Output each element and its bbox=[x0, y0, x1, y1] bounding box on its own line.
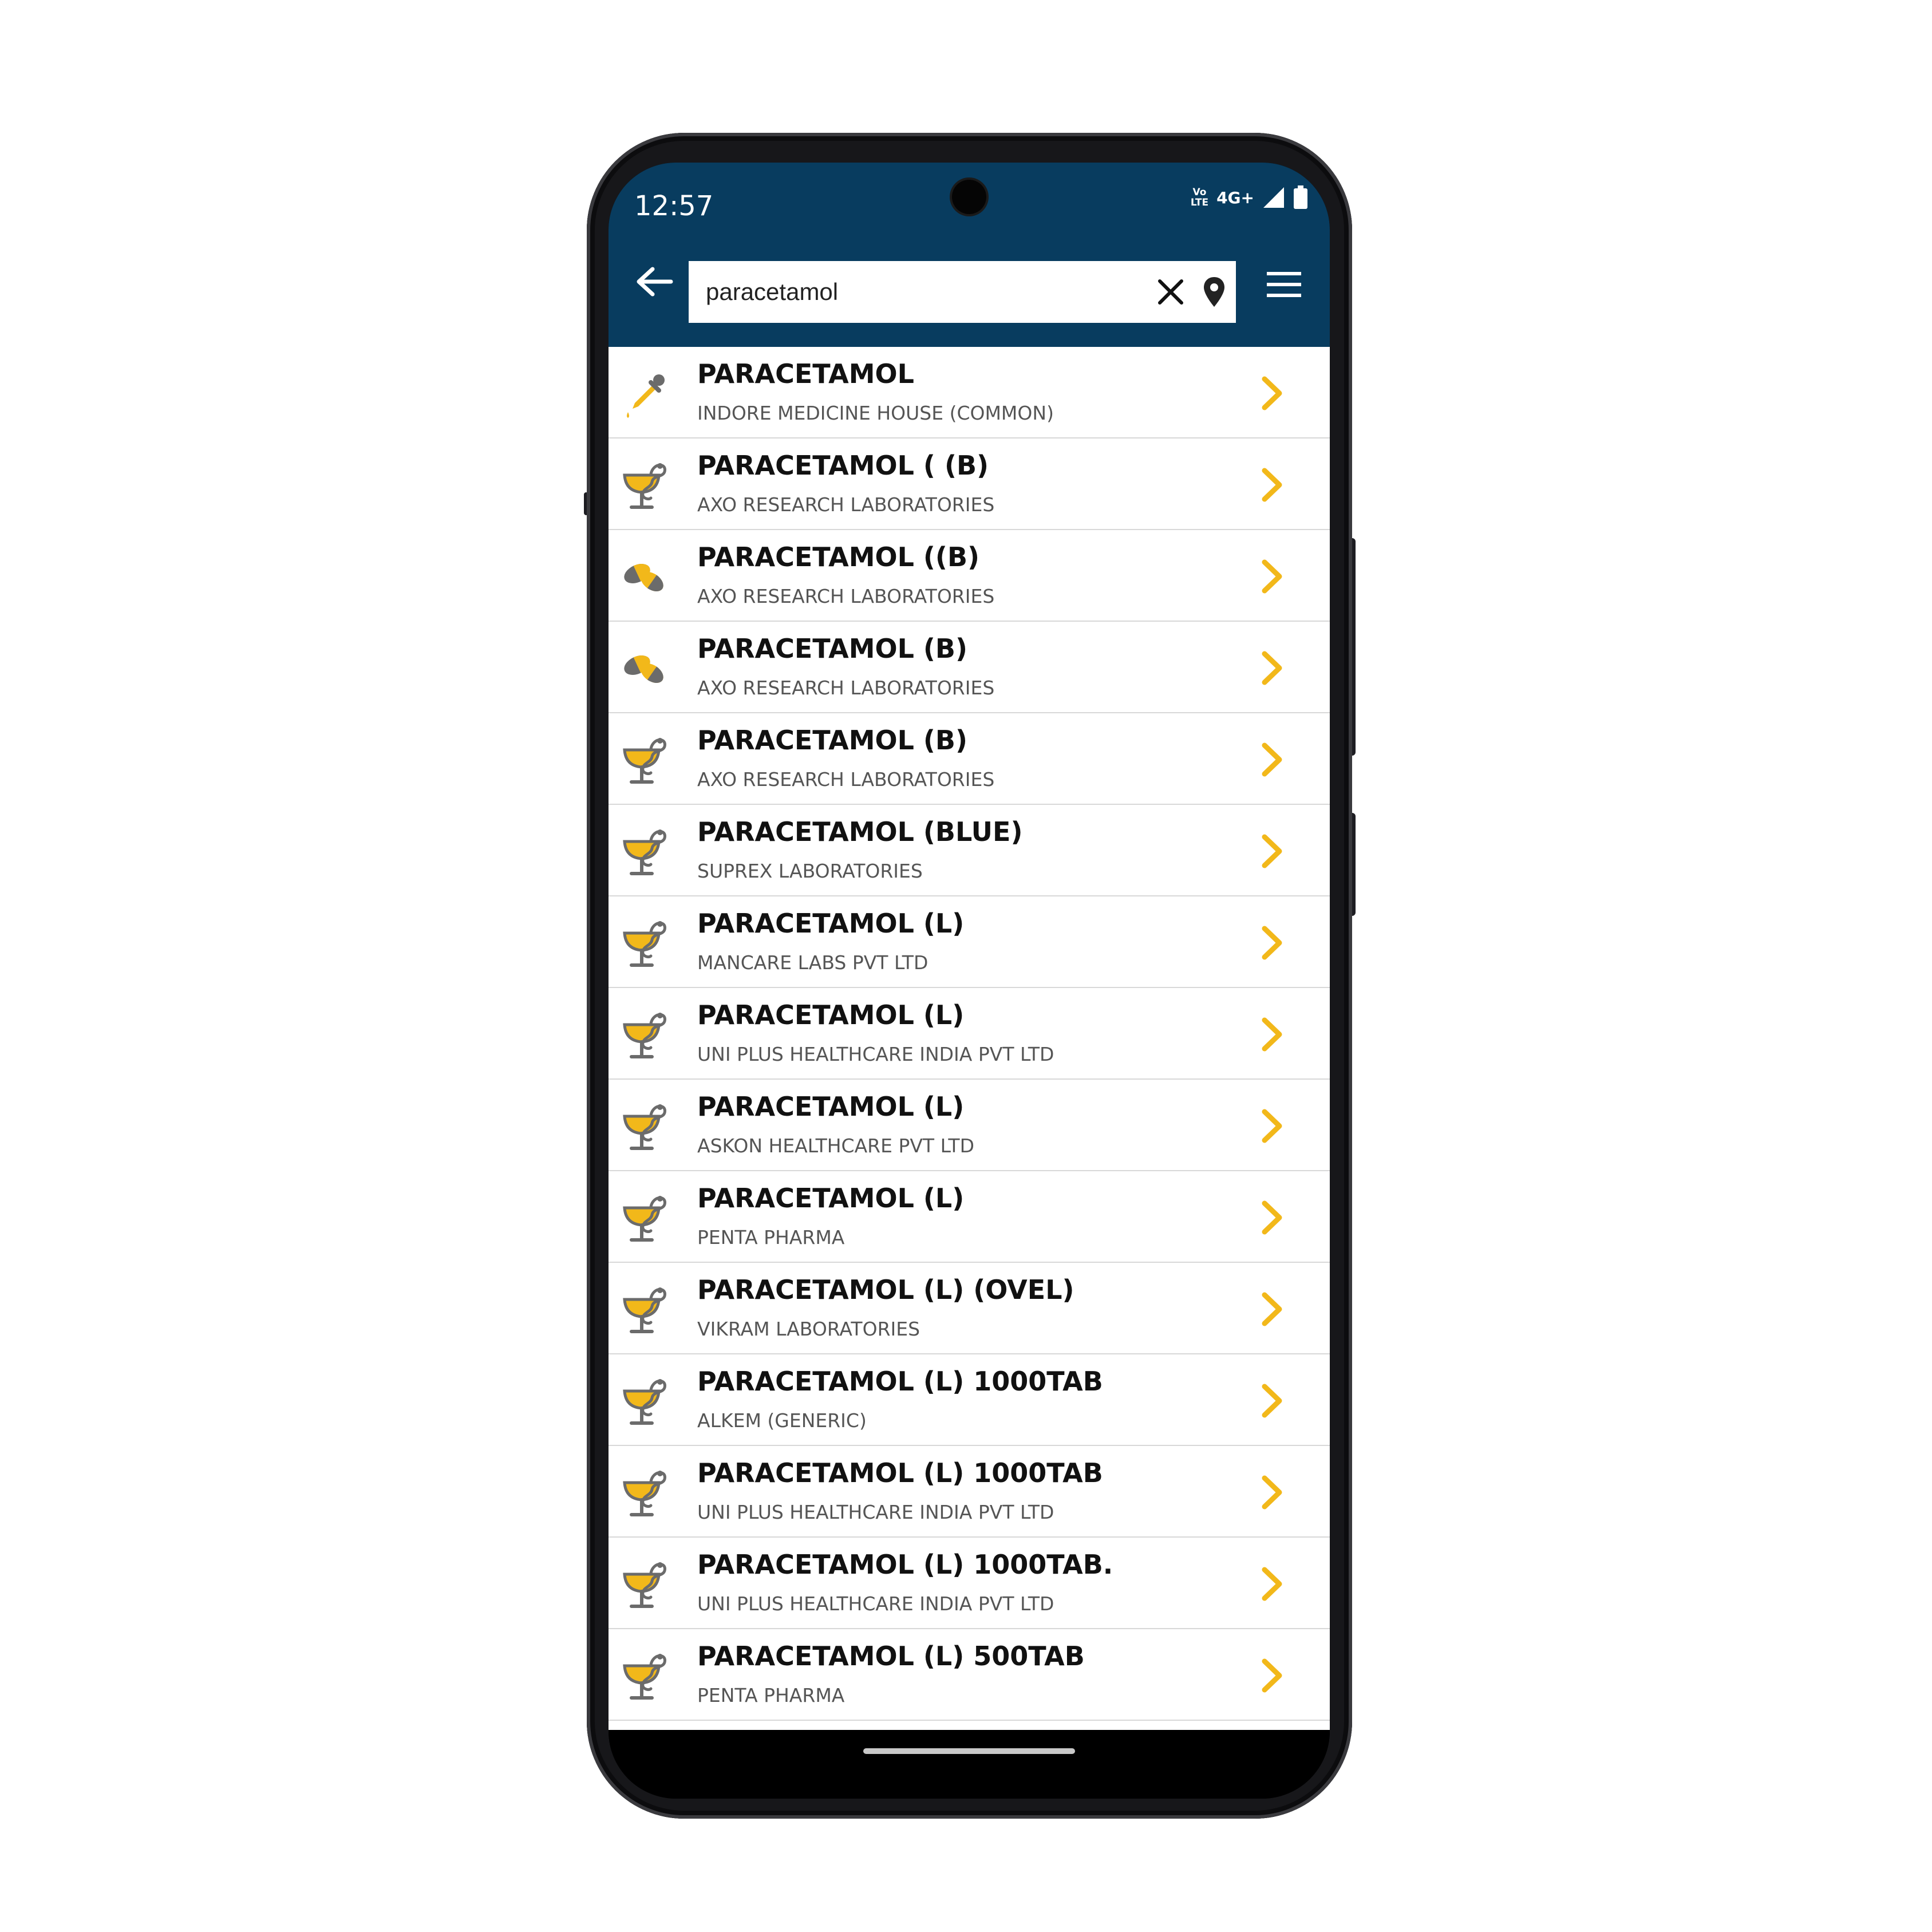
chevron-right-icon[interactable] bbox=[1255, 1106, 1290, 1146]
result-row[interactable]: PARACETAMOL (BLUE) SUPREX LABORATORIES bbox=[609, 805, 1330, 896]
medicine-name: PARACETAMOL (L) bbox=[697, 999, 965, 1030]
medicine-name: PARACETAMOL (L) bbox=[697, 1183, 965, 1214]
pharmacy-bowl-icon bbox=[619, 1557, 671, 1610]
app-header: 12:57 Vo LTE 4G+ bbox=[609, 163, 1330, 347]
manufacturer-name: AXO RESEARCH LABORATORIES bbox=[697, 677, 995, 699]
result-row[interactable]: PARACETAMOL (L) PENTA PHARMA bbox=[609, 1171, 1330, 1263]
medicine-name: PARACETAMOL (B) bbox=[697, 725, 968, 756]
manufacturer-name: AXO RESEARCH LABORATORIES bbox=[697, 768, 995, 791]
pharmacy-bowl-icon bbox=[619, 824, 671, 877]
manufacturer-name: UNI PLUS HEALTHCARE INDIA PVT LTD bbox=[697, 1593, 1054, 1615]
search-bar bbox=[689, 260, 1236, 323]
results-list: PARACETAMOL INDORE MEDICINE HOUSE (COMMON… bbox=[609, 347, 1330, 1730]
volte-icon: Vo LTE bbox=[1190, 187, 1209, 208]
chevron-right-icon[interactable] bbox=[1255, 1014, 1290, 1054]
medicine-name: PARACETAMOL (B) bbox=[697, 633, 968, 664]
manufacturer-name: AXO RESEARCH LABORATORIES bbox=[697, 585, 995, 607]
pills-icon bbox=[619, 641, 671, 694]
clear-search-button[interactable] bbox=[1149, 261, 1192, 323]
result-row[interactable]: PARACETAMOL (L) MANCARE LABS PVT LTD bbox=[609, 896, 1330, 988]
manufacturer-name: PENTA PHARMA bbox=[697, 1226, 845, 1249]
pills-icon bbox=[619, 550, 671, 602]
signal-icon bbox=[1263, 187, 1284, 208]
manufacturer-name: UNI PLUS HEALTHCARE INDIA PVT LTD bbox=[697, 1501, 1054, 1523]
pharmacy-bowl-icon bbox=[619, 1191, 671, 1243]
result-row[interactable]: PARACETAMOL (L) 500TAB PENTA PHARMA bbox=[609, 1629, 1330, 1721]
medicine-name: PARACETAMOL ( (B) bbox=[697, 450, 989, 481]
home-indicator[interactable] bbox=[863, 1748, 1075, 1754]
medicine-name: PARACETAMOL (L) 1000TAB bbox=[697, 1457, 1103, 1488]
chevron-right-icon[interactable] bbox=[1255, 740, 1290, 780]
chevron-right-icon[interactable] bbox=[1255, 373, 1290, 413]
search-input[interactable] bbox=[689, 260, 1149, 323]
result-row[interactable]: PARACETAMOL (L) ASKON HEALTHCARE PVT LTD bbox=[609, 1080, 1330, 1171]
medicine-name: PARACETAMOL (L) 1000TAB bbox=[697, 1366, 1103, 1397]
chevron-right-icon[interactable] bbox=[1255, 556, 1290, 596]
medicine-name: PARACETAMOL (L) (OVEL) bbox=[697, 1274, 1074, 1305]
result-row[interactable]: PARACETAMOL (L) 1000TAB ALKEM (GENERIC) bbox=[609, 1354, 1330, 1446]
medicine-name: PARACETAMOL (L) bbox=[697, 908, 965, 939]
status-time: 12:57 bbox=[634, 190, 714, 222]
pharmacy-bowl-icon bbox=[619, 1465, 671, 1518]
chevron-right-icon[interactable] bbox=[1255, 831, 1290, 871]
manufacturer-name: PENTA PHARMA bbox=[697, 1684, 845, 1706]
chevron-right-icon[interactable] bbox=[1255, 1656, 1290, 1696]
medicine-name: PARACETAMOL (L) 500TAB bbox=[697, 1641, 1085, 1672]
chevron-right-icon[interactable] bbox=[1255, 1381, 1290, 1421]
result-row[interactable]: PARACETAMOL ( (B) AXO RESEARCH LABORATORI… bbox=[609, 438, 1330, 530]
manufacturer-name: VIKRAM LABORATORIES bbox=[697, 1318, 920, 1340]
pharmacy-bowl-icon bbox=[619, 1649, 671, 1701]
system-nav-bar bbox=[609, 1730, 1330, 1799]
battery-icon bbox=[1294, 185, 1307, 209]
pharmacy-bowl-icon bbox=[619, 733, 671, 785]
manufacturer-name: ASKON HEALTHCARE PVT LTD bbox=[697, 1135, 974, 1157]
menu-button[interactable] bbox=[1258, 259, 1310, 310]
pharmacy-bowl-icon bbox=[619, 1374, 671, 1427]
chevron-right-icon[interactable] bbox=[1255, 1198, 1290, 1238]
status-icons: Vo LTE 4G+ bbox=[1191, 185, 1308, 210]
result-row[interactable]: PARACETAMOL (B) AXO RESEARCH LABORATORIES bbox=[609, 713, 1330, 805]
pharmacy-bowl-icon bbox=[619, 1008, 671, 1060]
chevron-right-icon[interactable] bbox=[1255, 923, 1290, 963]
location-button[interactable] bbox=[1192, 261, 1236, 323]
pharmacy-bowl-icon bbox=[619, 458, 671, 511]
manufacturer-name: AXO RESEARCH LABORATORIES bbox=[697, 493, 995, 516]
phone-screen: 12:57 Vo LTE 4G+ paracetamol PARACETAMOL… bbox=[609, 163, 1330, 1799]
result-row[interactable]: PARACETAMOL (L) 1000TAB UNI PLUS HEALTHCA… bbox=[609, 1446, 1330, 1538]
medicine-name: PARACETAMOL bbox=[697, 358, 914, 389]
pharmacy-bowl-icon bbox=[619, 1099, 671, 1152]
chevron-right-icon[interactable] bbox=[1255, 648, 1290, 688]
chevron-right-icon[interactable] bbox=[1255, 1289, 1290, 1329]
manufacturer-name: UNI PLUS HEALTHCARE INDIA PVT LTD bbox=[697, 1043, 1054, 1065]
chevron-right-icon[interactable] bbox=[1255, 1564, 1290, 1604]
result-row[interactable]: PARACETAMOL INDORE MEDICINE HOUSE (COMMON… bbox=[609, 347, 1330, 438]
location-pin-icon bbox=[1204, 277, 1224, 307]
back-arrow-icon bbox=[637, 267, 673, 297]
back-button[interactable] bbox=[631, 259, 677, 305]
medicine-name: PARACETAMOL ((B) bbox=[697, 542, 980, 572]
hamburger-menu-icon bbox=[1267, 272, 1301, 297]
result-row[interactable]: PARACETAMOL ((B) AXO RESEARCH LABORATORIE… bbox=[609, 530, 1330, 622]
result-row[interactable]: PARACETAMOL (L) UNI PLUS HEALTHCARE INDIA… bbox=[609, 988, 1330, 1080]
chevron-right-icon[interactable] bbox=[1255, 1472, 1290, 1512]
result-row[interactable]: PARACETAMOL (L) 1000TAB. UNI PLUS HEALTHC… bbox=[609, 1538, 1330, 1629]
dropper-icon bbox=[619, 366, 671, 419]
close-icon bbox=[1158, 279, 1183, 305]
result-row[interactable]: PARACETAMOL (B) AXO RESEARCH LABORATORIES bbox=[609, 622, 1330, 713]
medicine-name: PARACETAMOL (L) bbox=[697, 1091, 965, 1122]
manufacturer-name: ALKEM (GENERIC) bbox=[697, 1409, 867, 1432]
pharmacy-bowl-icon bbox=[619, 916, 671, 969]
medicine-name: PARACETAMOL (BLUE) bbox=[697, 816, 1023, 847]
chevron-right-icon[interactable] bbox=[1255, 465, 1290, 505]
front-camera bbox=[952, 180, 986, 214]
network-type: 4G+ bbox=[1216, 188, 1254, 207]
pharmacy-bowl-icon bbox=[619, 1282, 671, 1335]
medicine-name: PARACETAMOL (L) 1000TAB. bbox=[697, 1549, 1113, 1580]
manufacturer-name: MANCARE LABS PVT LTD bbox=[697, 951, 929, 974]
manufacturer-name: SUPREX LABORATORIES bbox=[697, 860, 923, 882]
result-row[interactable]: PARACETAMOL (L) (OVEL) VIKRAM LABORATORIE… bbox=[609, 1263, 1330, 1354]
manufacturer-name: INDORE MEDICINE HOUSE (COMMON) bbox=[697, 402, 1054, 424]
